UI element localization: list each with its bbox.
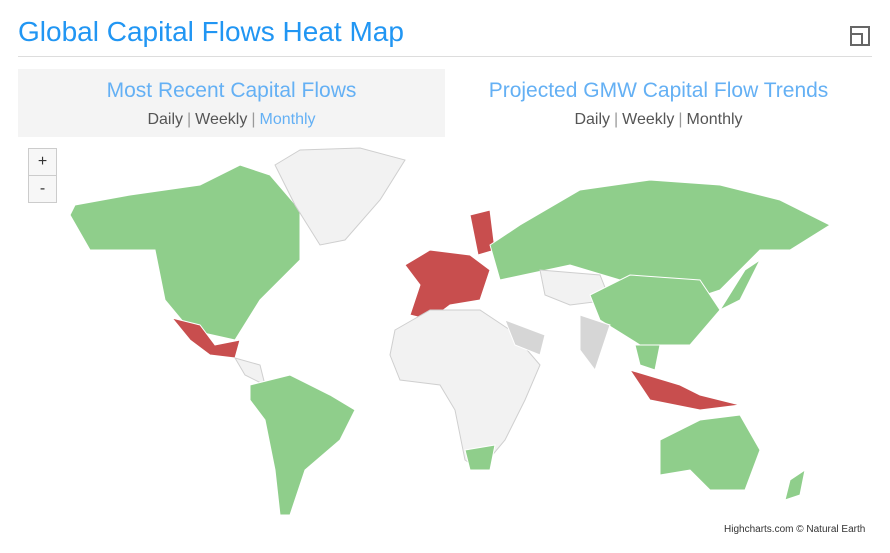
page-title: Global Capital Flows Heat Map [18,16,404,47]
region-south-africa[interactable] [464,444,496,471]
panel-most-recent[interactable]: Most Recent Capital Flows Daily | Weekly | M… [18,69,445,137]
world-map[interactable] [0,140,890,525]
region-australia[interactable] [659,414,761,491]
zoom-out-button[interactable]: - [28,175,57,203]
region-indonesia[interactable] [628,369,741,411]
region-south-america[interactable] [249,374,356,516]
region-central-america[interactable] [233,357,266,386]
panel-title[interactable]: Projected GMW Capital Flow Trends [445,79,872,103]
zoom-in-button[interactable]: + [28,148,57,176]
panel-projected[interactable]: Projected GMW Capital Flow Trends Daily |… [445,69,872,137]
region-north-america[interactable] [69,164,301,341]
link-weekly[interactable]: Weekly [195,111,247,128]
panel-title[interactable]: Most Recent Capital Flows [18,79,445,103]
map-credit[interactable]: Highcharts.com © Natural Earth [724,524,865,535]
link-monthly[interactable]: Monthly [260,111,316,128]
region-southeast-asia[interactable] [634,344,661,371]
region-new-zealand[interactable] [784,468,806,501]
region-china[interactable] [589,274,721,346]
link-monthly[interactable]: Monthly [687,111,743,128]
expand-icon[interactable] [850,26,870,46]
divider [18,56,872,57]
link-daily[interactable]: Daily [574,111,610,128]
region-india[interactable] [579,314,611,372]
link-daily[interactable]: Daily [147,111,183,128]
link-weekly[interactable]: Weekly [622,111,674,128]
